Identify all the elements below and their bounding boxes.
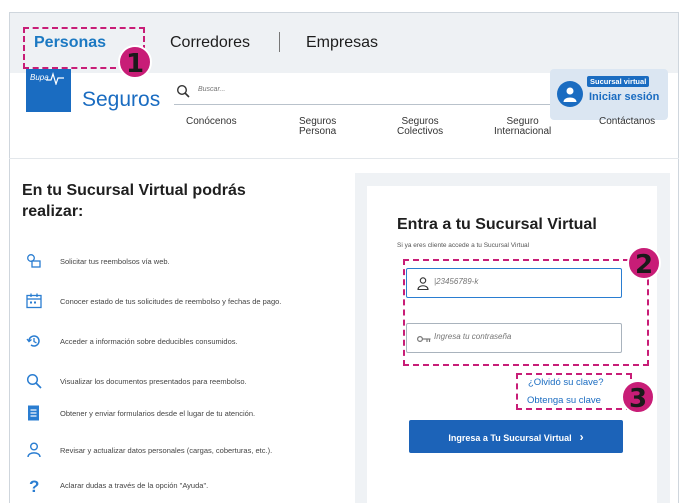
feature-item: Acceder a información sobre deducibles c… xyxy=(26,333,356,351)
feature-item: Revisar y actualizar datos personales (c… xyxy=(26,442,356,460)
login-title: Entra a tu Sucursal Virtual xyxy=(397,216,597,233)
avatar xyxy=(557,81,583,107)
nav-seguro-internacional[interactable]: Seguro Internacional xyxy=(494,117,551,137)
tab-separator xyxy=(279,32,280,52)
search-icon[interactable] xyxy=(176,84,190,98)
search-input[interactable] xyxy=(198,86,498,93)
sucursal-virtual-login-button[interactable]: Sucursal virtual Iniciar sesión xyxy=(550,69,668,120)
feature-text: Aclarar dudas a través de la opción "Ayu… xyxy=(60,481,209,490)
user-id-icon xyxy=(417,277,429,290)
header-divider xyxy=(9,158,679,159)
login-label: Iniciar sesión xyxy=(589,91,660,103)
key-icon xyxy=(417,336,431,342)
audience-tabs-bar: Personas Corredores Empresas xyxy=(10,13,678,73)
feature-text: Revisar y actualizar datos personales (c… xyxy=(60,446,273,455)
login-submit-button[interactable]: Ingresa a Tu Sucursal Virtual › xyxy=(409,420,623,453)
features-title: En tu Sucursal Virtual podrás realizar: xyxy=(22,182,246,220)
annotation-marker-2: 2 xyxy=(627,246,661,280)
svg-text:?: ? xyxy=(29,477,39,495)
pulse-icon xyxy=(46,72,64,85)
rut-input[interactable] xyxy=(434,277,614,286)
password-field[interactable] xyxy=(406,323,622,353)
feature-item: Solicitar tus reembolsos vía web. xyxy=(26,253,356,271)
search-icon xyxy=(26,373,42,389)
sucursal-virtual-badge: Sucursal virtual xyxy=(587,76,650,87)
tab-corredores[interactable]: Corredores xyxy=(170,34,250,52)
user-icon xyxy=(27,442,41,458)
feature-item: Conocer estado de tus solicitudes de ree… xyxy=(26,293,356,311)
annotation-marker-3: 3 xyxy=(621,380,655,414)
user-avatar-icon xyxy=(563,87,577,102)
feature-text: Solicitar tus reembolsos vía web. xyxy=(60,257,170,266)
nav-seguros-colectivos[interactable]: Seguros Colectivos xyxy=(397,117,443,137)
submit-label: Ingresa a Tu Sucursal Virtual xyxy=(448,432,572,443)
logo-seguros-text: Seguros xyxy=(82,88,161,111)
feature-text: Visualizar los documentos presentados pa… xyxy=(60,377,247,386)
history-icon xyxy=(26,335,40,347)
reimbursement-icon xyxy=(27,254,41,268)
bupa-logo[interactable]: Bupa xyxy=(26,69,71,112)
feature-text: Acceder a información sobre deducibles c… xyxy=(60,337,238,346)
feature-item: ? Aclarar dudas a través de la opción "A… xyxy=(26,477,356,495)
get-password-link[interactable]: Obtenga su clave xyxy=(527,395,601,406)
feature-text: Obtener y enviar formularios desde el lu… xyxy=(60,409,256,418)
login-subtitle: Si ya eres cliente accede a tu Sucursal … xyxy=(397,242,530,249)
search-bar[interactable] xyxy=(174,83,552,105)
tab-personas[interactable]: Personas xyxy=(34,34,106,52)
calendar-icon xyxy=(26,293,42,309)
tab-empresas[interactable]: Empresas xyxy=(306,34,378,52)
nav-conocenos[interactable]: Conócenos xyxy=(186,117,237,127)
feature-item: Obtener y enviar formularios desde el lu… xyxy=(26,405,356,423)
password-input[interactable] xyxy=(434,332,614,341)
nav-seguros-persona[interactable]: Seguros Persona xyxy=(299,117,336,137)
feature-text: Conocer estado de tus solicitudes de ree… xyxy=(60,297,282,306)
chevron-right-icon: › xyxy=(579,429,584,444)
feature-item: Visualizar los documentos presentados pa… xyxy=(26,373,356,391)
forgot-password-link[interactable]: ¿Olvidó su clave? xyxy=(528,377,604,388)
annotation-marker-1: 1 xyxy=(118,45,152,79)
nav-contactanos[interactable]: Contáctanos xyxy=(599,117,655,127)
rut-field[interactable] xyxy=(406,268,622,298)
form-icon xyxy=(28,405,39,421)
help-icon: ? xyxy=(29,477,39,495)
